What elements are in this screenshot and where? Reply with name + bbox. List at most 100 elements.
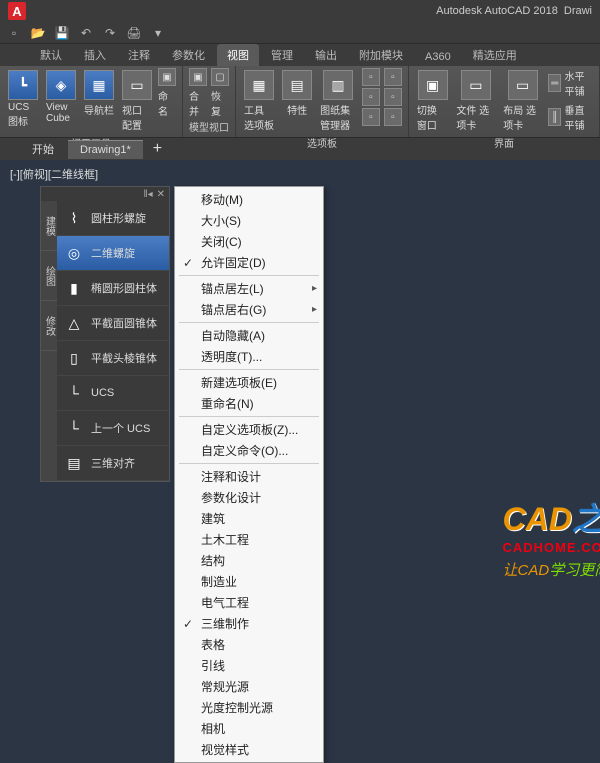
viewcube-label: View Cube [46, 102, 76, 124]
titlebar: A Autodesk AutoCAD 2018 Drawi [0, 0, 600, 22]
viewcube-button[interactable]: ◈View Cube [44, 68, 78, 126]
palette-item[interactable]: └上一个 UCS [57, 411, 169, 446]
restore-icon[interactable]: ▢ [211, 68, 229, 86]
app-title: Autodesk AutoCAD 2018 [436, 5, 558, 17]
sheetset-button[interactable]: ▥图纸集 管理器 [318, 68, 358, 134]
palette-tab-modeling[interactable]: 建模 [41, 201, 57, 251]
switch-window-button[interactable]: ▣切换 窗口 [415, 68, 450, 134]
palette-small-icon[interactable]: ▫ [362, 88, 380, 106]
palette-tab-draw[interactable]: 绘图 [41, 251, 57, 301]
menu-item[interactable]: 大小(S) [175, 210, 323, 231]
filetab-drawing[interactable]: Drawing1* [68, 140, 143, 159]
palette-item[interactable]: ▯平截头棱锥体 [57, 341, 169, 376]
menu-item[interactable]: 三维制作 [175, 613, 323, 634]
tile-v-icon[interactable]: ║ [548, 108, 561, 126]
wm-slogan-c: 学习更简单！ [549, 562, 600, 579]
layout-tabs-button[interactable]: ▭布局 选项卡 [501, 68, 544, 134]
panel-label: 界面 [415, 134, 593, 151]
palette-item[interactable]: △平截面圆锥体 [57, 306, 169, 341]
tool-palette: ‖◂ ✕ 建模 绘图 修改 ⌇圆柱形螺旋◎二维螺旋▮椭圆形圆柱体△平截面圆锥体▯… [40, 186, 170, 482]
app-logo-icon[interactable]: A [8, 2, 26, 20]
redo-icon[interactable]: ↷ [102, 25, 118, 41]
tab-a360[interactable]: A360 [415, 48, 461, 66]
switch-window-label: 切换 窗口 [417, 102, 448, 132]
palette-close-icon[interactable]: ✕ [157, 189, 165, 200]
tab-featured[interactable]: 精选应用 [463, 44, 527, 66]
filetab-start[interactable]: 开始 [20, 138, 66, 160]
new-icon[interactable]: ▫ [6, 25, 22, 41]
palette-tab-modify[interactable]: 修改 [41, 301, 57, 351]
menu-item[interactable]: 注释和设计 [175, 466, 323, 487]
ribbon: ┗UCS 图标 ◈View Cube ▦导航栏 ▭视口 配置 ▣ 命名 视口工具… [0, 66, 600, 138]
wm-home: 之家 [572, 501, 600, 537]
menu-item[interactable]: 光度控制光源 [175, 697, 323, 718]
palette-item-icon: ▮ [63, 277, 85, 299]
undo-icon[interactable]: ↶ [78, 25, 94, 41]
save-icon[interactable]: 💾 [54, 25, 70, 41]
tile-h-icon[interactable]: ═ [548, 74, 561, 92]
palette-small-icon[interactable]: ▫ [384, 68, 402, 86]
menu-item[interactable]: 自动隐藏(A) [175, 325, 323, 346]
named-icon[interactable]: ▣ [158, 68, 176, 86]
menu-item[interactable]: 自定义命令(O)... [175, 440, 323, 461]
print-icon[interactable]: 🖨 [126, 25, 142, 41]
palette-item[interactable]: ▮椭圆形圆柱体 [57, 271, 169, 306]
menu-item[interactable]: 制造业 [175, 571, 323, 592]
menu-item[interactable]: 自定义选项板(Z)... [175, 419, 323, 440]
palette-item[interactable]: ⌇圆柱形螺旋 [57, 201, 169, 236]
tab-view[interactable]: 视图 [217, 44, 259, 66]
menu-item[interactable]: 移动(M) [175, 189, 323, 210]
palette-item-label: 三维对齐 [91, 455, 135, 471]
menu-item[interactable]: 透明度(T)... [175, 346, 323, 367]
palette-item[interactable]: ▤ 三维对齐 [57, 446, 169, 481]
menu-item[interactable]: 视觉样式 [175, 739, 323, 760]
menu-item[interactable]: 建筑 [175, 508, 323, 529]
palette-item[interactable]: └UCS [57, 376, 169, 411]
menu-item[interactable]: 表格 [175, 634, 323, 655]
palette-item-icon: ▤ [63, 452, 85, 474]
menu-separator [179, 322, 319, 323]
add-tab-icon[interactable]: + [145, 140, 170, 158]
viewport[interactable]: [-][俯视][二维线框] ‖◂ ✕ 建模 绘图 修改 ⌇圆柱形螺旋◎二维螺旋▮… [0, 160, 600, 620]
tool-palette-button[interactable]: ▦工具 选项板 [242, 68, 276, 134]
menu-item[interactable]: 相机 [175, 718, 323, 739]
palette-small-icon[interactable]: ▫ [384, 108, 402, 126]
viewport-config-button[interactable]: ▭视口 配置 [120, 68, 154, 134]
menu-item[interactable]: 参数化设计 [175, 487, 323, 508]
tab-default[interactable]: 默认 [30, 44, 72, 66]
tab-manage[interactable]: 管理 [261, 44, 303, 66]
dropdown-icon[interactable]: ▾ [150, 25, 166, 41]
ucs-icon-button[interactable]: ┗UCS 图标 [6, 68, 40, 130]
file-tabs-button[interactable]: ▭文件 选项卡 [454, 68, 497, 134]
menu-item[interactable]: 锚点居右(G) [175, 299, 323, 320]
menu-item[interactable]: 结构 [175, 550, 323, 571]
menu-item[interactable]: 锚点居左(L) [175, 278, 323, 299]
palette-small-icon[interactable]: ▫ [384, 88, 402, 106]
navbar-button[interactable]: ▦导航栏 [82, 68, 116, 119]
palette-small-icon[interactable]: ▫ [362, 68, 380, 86]
palette-item[interactable]: ◎二维螺旋 [57, 236, 169, 271]
menu-item[interactable]: 重命名(N) [175, 393, 323, 414]
menu-item[interactable]: 关闭(C) [175, 231, 323, 252]
open-icon[interactable]: 📂 [30, 25, 46, 41]
merge-icon[interactable]: ▣ [189, 68, 207, 86]
tab-annotate[interactable]: 注释 [118, 44, 160, 66]
menu-item[interactable]: 电气工程 [175, 592, 323, 613]
tab-addins[interactable]: 附加模块 [349, 44, 413, 66]
menu-item[interactable]: 允许固定(D) [175, 252, 323, 273]
tab-parametric[interactable]: 参数化 [162, 44, 215, 66]
menu-item[interactable]: 新建选项板(E) [175, 372, 323, 393]
tab-output[interactable]: 输出 [305, 44, 347, 66]
tile-v-label: 垂直平铺 [564, 102, 593, 132]
palette-item-icon: └ [63, 382, 85, 404]
palette-item-icon: ⌇ [63, 207, 85, 229]
palette-item-icon: ◎ [63, 242, 85, 264]
tab-insert[interactable]: 插入 [74, 44, 116, 66]
menu-item[interactable]: 引线 [175, 655, 323, 676]
properties-button[interactable]: ▤特性 [280, 68, 314, 119]
palette-small-icon[interactable]: ▫ [362, 108, 380, 126]
menu-item[interactable]: 土木工程 [175, 529, 323, 550]
palette-auto-hide-icon[interactable]: ‖◂ [143, 189, 152, 200]
menu-item[interactable]: 常规光源 [175, 676, 323, 697]
view-controls-label[interactable]: [-][俯视][二维线框] [10, 166, 98, 182]
